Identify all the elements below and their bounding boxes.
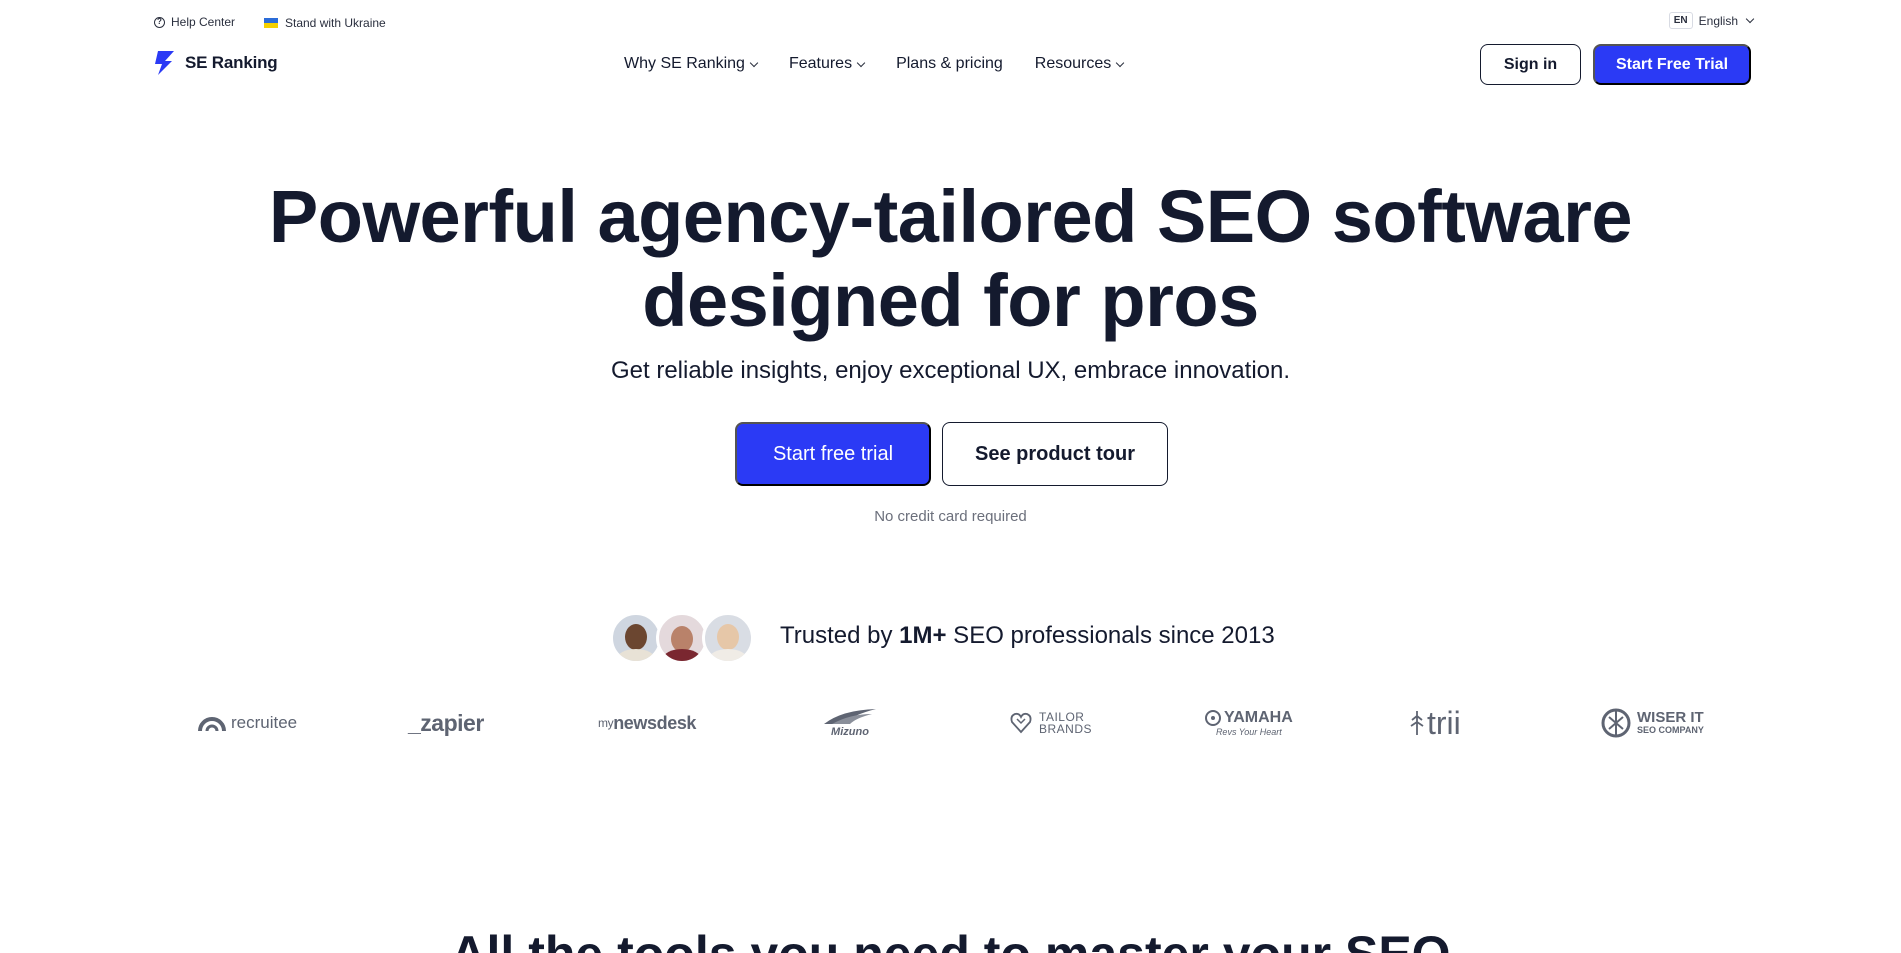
brand-logo[interactable]: SE Ranking — [152, 49, 278, 76]
nav-menu: Why SE Ranking Features Plans & pricing … — [624, 55, 1155, 73]
language-label: English — [1698, 13, 1738, 28]
brands-text: BRANDS — [1039, 722, 1093, 736]
ukraine-flag-icon — [264, 18, 278, 28]
nav-item-label: Resources — [1034, 55, 1112, 72]
trust-suffix: SEO professionals since 2013 — [946, 622, 1275, 649]
se-ranking-logo-icon — [155, 51, 174, 75]
user-avatars — [610, 612, 754, 664]
trii-tree-icon — [1410, 711, 1424, 735]
mizuno-runbird-icon — [824, 709, 876, 724]
mizuno-text: Mizuno — [831, 726, 869, 738]
help-center-link[interactable]: ? Help Center — [154, 15, 235, 29]
hero-title-line-1: Powerful agency-tailored SEO software — [268, 175, 1633, 258]
avatar — [656, 612, 708, 664]
tailor-heart-icon — [1010, 712, 1032, 734]
utility-bar: ? Help Center Stand with Ukraine EN Engl… — [0, 0, 1901, 40]
chevron-down-icon — [1116, 58, 1125, 67]
nav-plans-pricing[interactable]: Plans & pricing — [896, 55, 1003, 73]
nav-item-label: Plans & pricing — [896, 55, 1003, 72]
trii-text: trii — [1427, 704, 1461, 741]
hero-start-free-trial-button[interactable]: Start free trial — [735, 422, 931, 486]
recruitee-text: recruitee — [231, 713, 298, 732]
yamaha-tagline: Revs Your Heart — [1215, 727, 1282, 737]
wiser-it-subtitle: SEO COMPANY — [1637, 725, 1704, 735]
wiser-it-text: WISER IT SEO COMPANY — [1637, 709, 1704, 735]
language-selector[interactable]: EN English — [1668, 12, 1755, 29]
avatar — [610, 612, 662, 664]
hero-title-line-2: designed for pros — [642, 259, 1259, 342]
nav-features[interactable]: Features — [788, 55, 866, 73]
yamaha-text: YAMAHA — [1224, 709, 1293, 726]
chevron-down-icon — [1745, 14, 1755, 24]
wiser-it-name: WISER IT — [1637, 709, 1704, 726]
zapier-logo: _zapier — [408, 700, 484, 746]
trii-logo: trii — [1410, 700, 1461, 746]
nav-item-label: Features — [788, 55, 853, 72]
avatar — [702, 612, 754, 664]
yamaha-tuning-forks-icon — [1205, 710, 1221, 726]
no-credit-card-note: No credit card required — [874, 508, 1027, 525]
ukraine-label: Stand with Ukraine — [285, 16, 386, 30]
trust-highlight: 1M+ — [899, 622, 947, 649]
language-code: EN — [1668, 12, 1693, 29]
brand-name: SE Ranking — [185, 52, 278, 72]
recruitee-logo: recruitee — [198, 700, 297, 746]
section-title: All the tools you need to master your SE… — [0, 924, 1901, 953]
sign-in-button[interactable]: Sign in — [1480, 44, 1581, 85]
hero-title: Powerful agency-tailored SEO software de… — [0, 175, 1901, 343]
chevron-down-icon — [856, 58, 866, 67]
chevron-down-icon — [749, 58, 759, 67]
trust-prefix: Trusted by — [780, 622, 900, 649]
trust-statement: Trusted by 1M+ SEO professionals since 2… — [780, 622, 1275, 650]
wiser-it-logo: WISER IT SEO COMPANY — [1601, 700, 1704, 746]
yamaha-logo: YAMAHA Revs Your Heart — [1205, 700, 1293, 746]
mynewsdesk-logo: my newsdesk — [598, 700, 696, 746]
mynewsdesk-prefix: my — [598, 716, 614, 730]
yamaha-wordmark: YAMAHA — [1205, 709, 1293, 727]
nav-item-label: Why SE Ranking — [624, 55, 745, 72]
help-center-label: Help Center — [171, 15, 236, 29]
see-product-tour-button[interactable]: See product tour — [942, 422, 1168, 486]
question-icon: ? — [154, 16, 165, 28]
recruitee-mark-icon — [198, 717, 226, 732]
wiser-brain-icon — [1601, 708, 1631, 738]
start-free-trial-button[interactable]: Start Free Trial — [1593, 44, 1751, 85]
main-nav: SE Ranking Why SE Ranking Features Plans… — [0, 40, 1901, 90]
tailor-brands-text: TAILOR BRANDS — [1039, 711, 1092, 735]
nav-resources[interactable]: Resources — [1034, 55, 1125, 73]
nav-why-se-ranking[interactable]: Why SE Ranking — [624, 55, 759, 73]
tailor-brands-logo: TAILOR BRANDS — [1009, 700, 1092, 746]
stand-with-ukraine-link[interactable]: Stand with Ukraine — [264, 16, 386, 30]
mizuno-logo: Mizuno — [822, 700, 878, 746]
mynewsdesk-text: newsdesk — [613, 712, 697, 733]
zapier-text: _zapier — [408, 709, 484, 736]
hero-subtitle: Get reliable insights, enjoy exceptional… — [610, 357, 1291, 384]
client-logos: recruitee _zapier my newsdesk Mizuno TAIL… — [0, 700, 1901, 746]
